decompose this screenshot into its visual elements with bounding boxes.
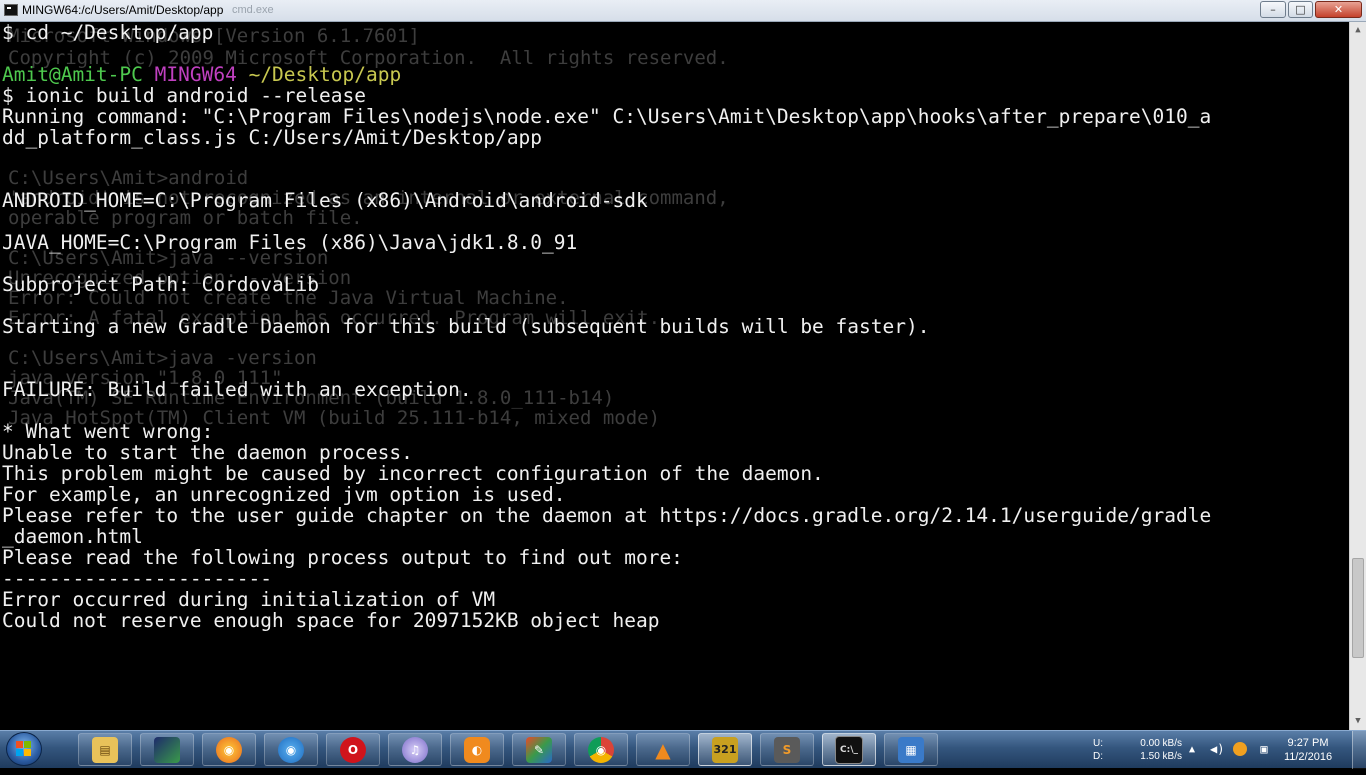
taskbar-app-cmd[interactable]: C:\_ bbox=[822, 733, 876, 766]
paint-icon: ✎ bbox=[526, 736, 552, 763]
network-icon[interactable]: ▣ bbox=[1257, 742, 1271, 756]
output-line: * What went wrong: bbox=[2, 420, 214, 443]
output-line: Starting a new Gradle Daemon for this bu… bbox=[2, 315, 930, 338]
opera-icon: O bbox=[340, 736, 366, 763]
android-studio-icon bbox=[154, 736, 180, 763]
prompt-header: Amit@Amit-PC MINGW64 ~/Desktop/app bbox=[2, 64, 401, 85]
sublime-text-icon: S bbox=[774, 736, 800, 763]
terminal-output[interactable]: Microsoft Windows [Version 6.1.7601] Cop… bbox=[0, 22, 1349, 730]
taskbar-app-sublime-text[interactable]: S bbox=[760, 733, 814, 766]
taskbar-app-globe[interactable]: ◉ bbox=[264, 733, 318, 766]
scroll-down-icon[interactable]: ▼ bbox=[1350, 713, 1366, 730]
ghost-line: C:\Users\Amit>android bbox=[8, 167, 249, 189]
vlc-icon: ▲ bbox=[655, 737, 671, 762]
drive-label-u: U: bbox=[1093, 738, 1103, 749]
prompt-cd: $ cd ~/Desktop/app bbox=[2, 22, 214, 44]
output-line: Please read the following process output… bbox=[2, 546, 683, 569]
output-line: FAILURE: Build failed with an exception. bbox=[2, 378, 472, 401]
control-panel-icon: ▦ bbox=[898, 736, 924, 763]
taskbar-app-paint[interactable]: ✎ bbox=[512, 733, 566, 766]
scroll-up-icon[interactable]: ▲ bbox=[1350, 22, 1366, 39]
taskbar-app-uc-browser[interactable]: ◐ bbox=[450, 733, 504, 766]
ghost-line: C:\Users\Amit>java -version bbox=[8, 347, 317, 369]
output-line: dd_platform_class.js C:/Users/Amit/Deskt… bbox=[2, 126, 543, 149]
clock-date: 11/2/2016 bbox=[1283, 751, 1333, 763]
cmd-icon: C:\_ bbox=[835, 735, 863, 764]
output-line: Please refer to the user guide chapter o… bbox=[2, 504, 1212, 527]
output-line: Subproject Path: CordovaLib bbox=[2, 273, 319, 296]
scrollbar-thumb[interactable] bbox=[1352, 558, 1364, 658]
drive-label-d: D: bbox=[1093, 751, 1103, 762]
output-line: For example, an unrecognized jvm option … bbox=[2, 483, 566, 506]
chrome-icon: ◉ bbox=[588, 736, 614, 763]
taskbar-app-windows-explorer[interactable]: ▤ bbox=[78, 733, 132, 766]
output-line: Running command: "C:\Program Files\nodej… bbox=[2, 105, 1212, 128]
taskbar-app-opera[interactable]: O bbox=[326, 733, 380, 766]
taskbar: ▤ ◉ ◉ O ♫ ◐ ✎ ◉ ▲ 321 S C:\_ ▦ U: D: 0.0… bbox=[0, 730, 1366, 769]
prompt-env: MINGW64 bbox=[154, 63, 237, 86]
windows-logo-icon bbox=[16, 741, 32, 757]
close-button[interactable]: ✕ bbox=[1315, 1, 1362, 18]
window-title-ghost: cmd.exe bbox=[232, 4, 274, 16]
itunes-icon: ♫ bbox=[402, 736, 428, 763]
firefox-icon: ◉ bbox=[216, 736, 242, 763]
gom-player-icon: 321 bbox=[712, 736, 738, 763]
drive-labels: U: D: bbox=[1093, 737, 1103, 775]
taskbar-app-gom-player[interactable]: 321 bbox=[698, 733, 752, 766]
speaker-icon[interactable]: ◀) bbox=[1210, 742, 1224, 756]
start-button[interactable] bbox=[6, 732, 42, 766]
output-line: _daemon.html bbox=[2, 525, 143, 548]
output-line: Could not reserve enough space for 20971… bbox=[2, 609, 660, 632]
prompt-ionic-build: $ ionic build android --release bbox=[2, 84, 366, 107]
system-clock[interactable]: 9:27 PM 11/2/2016 bbox=[1283, 736, 1333, 764]
window-titlebar[interactable]: MINGW64:/c/Users/Amit/Desktop/app cmd.ex… bbox=[0, 0, 1366, 22]
download-speed: 1.50 kB/s bbox=[1140, 751, 1182, 762]
network-speed-meter[interactable]: 0.00 kB/s 1.50 kB/s bbox=[1134, 737, 1182, 775]
maximize-button[interactable]: □ bbox=[1288, 1, 1313, 18]
folder-icon: ▤ bbox=[92, 736, 118, 763]
taskbar-app-android-studio[interactable] bbox=[140, 733, 194, 766]
show-hidden-icons-icon[interactable]: ▲ bbox=[1189, 744, 1195, 755]
vertical-scrollbar[interactable]: ▲ ▼ bbox=[1349, 22, 1366, 730]
update-icon[interactable] bbox=[1233, 742, 1247, 756]
output-line: This problem might be caused by incorrec… bbox=[2, 462, 824, 485]
uc-browser-icon: ◐ bbox=[464, 736, 490, 763]
show-desktop-button[interactable] bbox=[1352, 731, 1366, 769]
output-line: Error occurred during initialization of … bbox=[2, 588, 496, 611]
clock-time: 9:27 PM bbox=[1287, 737, 1329, 749]
taskbar-app-itunes[interactable]: ♫ bbox=[388, 733, 442, 766]
prompt-user-host: Amit@Amit-PC bbox=[2, 63, 143, 86]
taskbar-app-chrome[interactable]: ◉ bbox=[574, 733, 628, 766]
taskbar-app-control-panel[interactable]: ▦ bbox=[884, 733, 938, 766]
taskbar-app-vlc[interactable]: ▲ bbox=[636, 733, 690, 766]
taskbar-app-firefox[interactable]: ◉ bbox=[202, 733, 256, 766]
mingw-window-icon bbox=[4, 4, 18, 16]
output-line: ANDROID_HOME=C:\Program Files (x86)\Andr… bbox=[2, 189, 648, 212]
prompt-path: ~/Desktop/app bbox=[248, 63, 402, 86]
minimize-button[interactable]: – bbox=[1260, 1, 1286, 18]
output-line: Unable to start the daemon process. bbox=[2, 441, 413, 464]
globe-icon: ◉ bbox=[278, 736, 304, 763]
output-line: JAVA_HOME=C:\Program Files (x86)\Java\jd… bbox=[2, 231, 578, 254]
output-line: ----------------------- bbox=[2, 567, 273, 590]
window-title: MINGW64:/c/Users/Amit/Desktop/app bbox=[22, 3, 224, 17]
upload-speed: 0.00 kB/s bbox=[1140, 738, 1182, 749]
